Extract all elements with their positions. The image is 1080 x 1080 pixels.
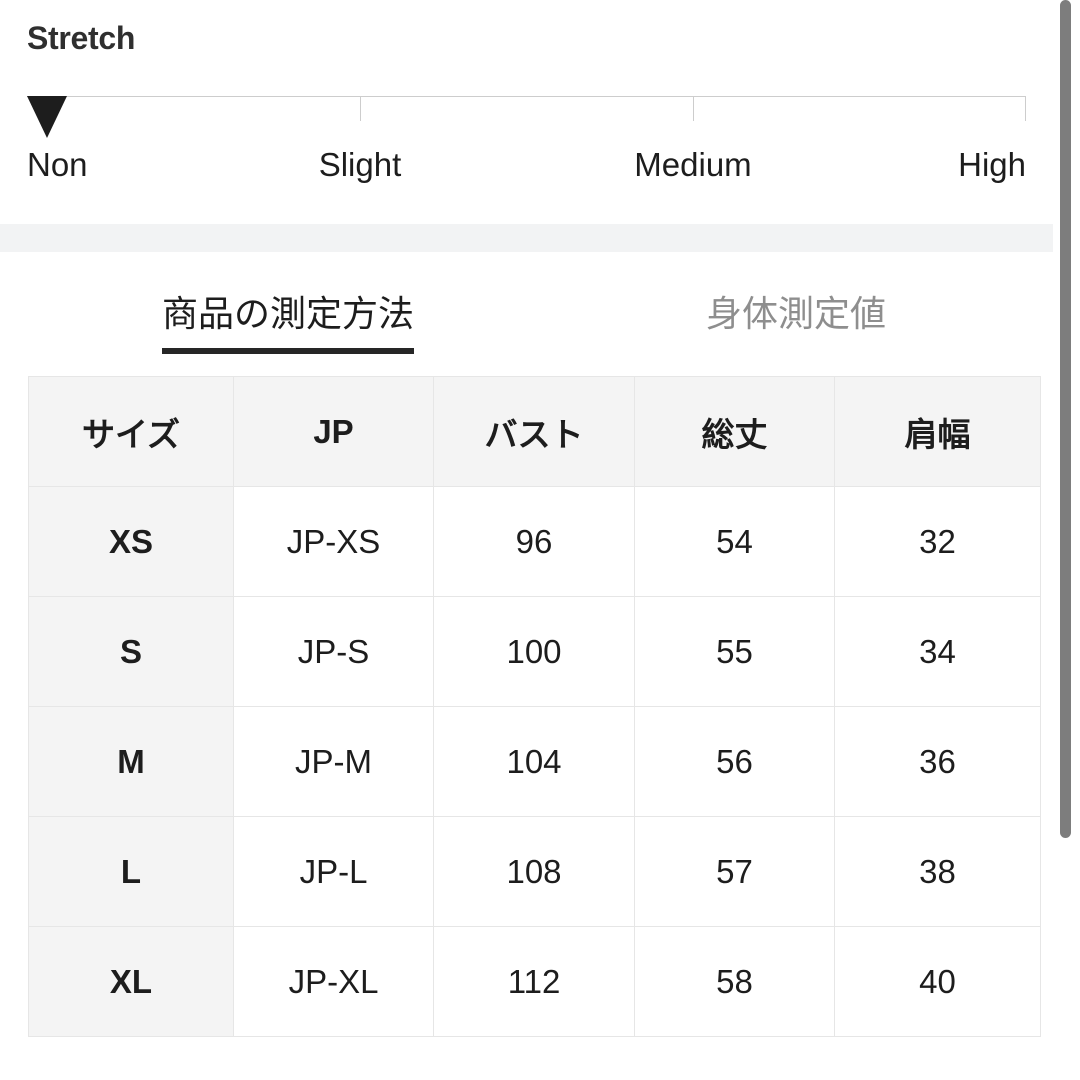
tab-product-measurement-label: 商品の測定方法 <box>162 293 415 334</box>
cell-jp: JP-XS <box>233 486 434 597</box>
tab-body-measurement-label: 身体測定値 <box>706 293 887 334</box>
stretch-scale: Non Slight Medium High <box>27 96 1026 196</box>
cell-length: 57 <box>634 816 835 927</box>
size-table-container: サイズ JP バスト 総丈 肩幅 XS JP-XS 96 54 32 S JP- <box>28 376 1041 1037</box>
cell-length: 58 <box>634 926 835 1037</box>
stretch-scale-tick-2 <box>692 96 694 121</box>
cell-length: 55 <box>634 596 835 707</box>
column-header-size: サイズ <box>28 376 234 487</box>
stretch-label-non: Non <box>27 146 88 183</box>
tab-active-underline <box>162 348 415 354</box>
cell-size: M <box>28 706 234 817</box>
table-row: XL JP-XL 112 58 40 <box>28 926 1041 1037</box>
column-header-length: 総丈 <box>634 376 835 487</box>
section-divider <box>0 224 1053 252</box>
cell-bust: 112 <box>433 926 635 1037</box>
cell-shoulder: 38 <box>834 816 1041 927</box>
stretch-heading: Stretch <box>27 20 136 56</box>
down-triangle-icon <box>27 96 67 138</box>
table-row: XS JP-XS 96 54 32 <box>28 486 1041 597</box>
cell-length: 54 <box>634 486 835 597</box>
stretch-scale-tick-3 <box>1025 96 1026 121</box>
cell-bust: 100 <box>433 596 635 707</box>
cell-bust: 108 <box>433 816 635 927</box>
cell-size: XL <box>28 926 234 1037</box>
cell-jp: JP-XL <box>233 926 434 1037</box>
stretch-scale-labels: Non Slight Medium High <box>27 142 1026 188</box>
cell-bust: 104 <box>433 706 635 817</box>
cell-jp: JP-L <box>233 816 434 927</box>
cell-jp: JP-S <box>233 596 434 707</box>
column-header-bust: バスト <box>433 376 635 487</box>
page-viewport: サイズ Stretch Non Slight Medium High 商品の測定… <box>0 0 1080 1080</box>
stretch-label-high: High <box>958 146 1026 183</box>
cell-size: XS <box>28 486 234 597</box>
measurement-tabs: 商品の測定方法 身体測定値 <box>0 252 1053 372</box>
cell-bust: 96 <box>433 486 635 597</box>
cell-shoulder: 36 <box>834 706 1041 817</box>
cell-jp: JP-M <box>233 706 434 817</box>
stretch-label-medium: Medium <box>634 146 752 183</box>
cell-size: S <box>28 596 234 707</box>
column-header-jp: JP <box>233 376 434 487</box>
stretch-label-slight: Slight <box>318 146 402 183</box>
stretch-section: Stretch Non Slight Medium High <box>0 0 1053 224</box>
cell-shoulder: 34 <box>834 596 1041 707</box>
tab-body-measurement[interactable]: 身体測定値 <box>706 288 886 340</box>
stretch-scale-tick-1 <box>359 96 361 121</box>
cell-shoulder: 40 <box>834 926 1041 1037</box>
size-table: サイズ JP バスト 総丈 肩幅 XS JP-XS 96 54 32 S JP- <box>28 376 1041 1037</box>
vertical-scrollbar-track[interactable] <box>1053 0 1080 1080</box>
cell-length: 56 <box>634 706 835 817</box>
table-header-row: サイズ JP バスト 総丈 肩幅 <box>28 376 1041 487</box>
tab-product-measurement[interactable]: 商品の測定方法 <box>162 288 415 354</box>
size-table-head: サイズ JP バスト 総丈 肩幅 <box>28 376 1041 487</box>
cell-shoulder: 32 <box>834 486 1041 597</box>
table-row: M JP-M 104 56 36 <box>28 706 1041 817</box>
vertical-scrollbar-thumb[interactable] <box>1060 0 1071 838</box>
column-header-shoulder: 肩幅 <box>834 376 1041 487</box>
table-row: L JP-L 108 57 38 <box>28 816 1041 927</box>
stretch-scale-track <box>27 96 1026 97</box>
size-table-body: XS JP-XS 96 54 32 S JP-S 100 55 34 M JP-… <box>28 486 1041 1037</box>
cell-size: L <box>28 816 234 927</box>
table-row: S JP-S 100 55 34 <box>28 596 1041 707</box>
